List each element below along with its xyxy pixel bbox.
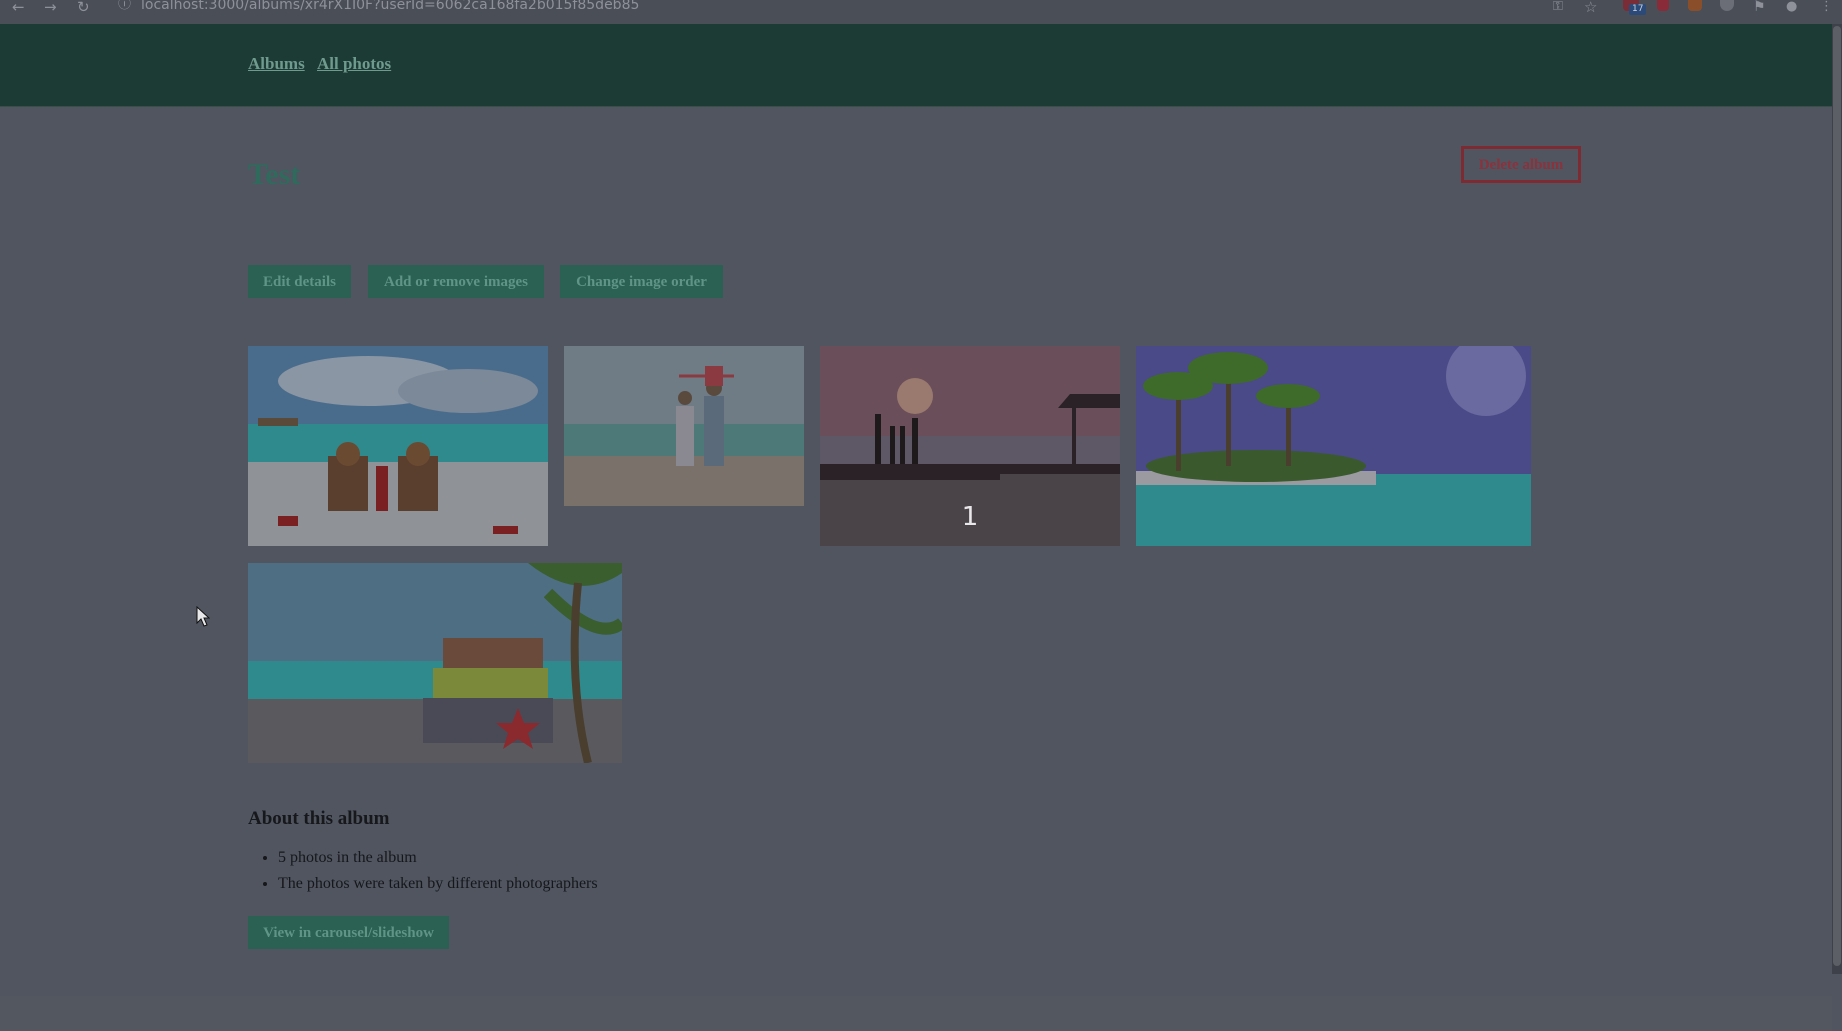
address-bar[interactable]: localhost:3000/albums/xr4rX1I0F?userId=6…: [141, 0, 639, 13]
album-facts-list: 5 photos in the album The photos were ta…: [248, 845, 598, 897]
album-photo-beach-chairs[interactable]: [248, 346, 548, 546]
edit-details-button[interactable]: Edit details: [248, 265, 351, 298]
photo-order-number: 1: [961, 502, 979, 532]
album-photo-tropical-island[interactable]: [1136, 346, 1531, 546]
forward-icon[interactable]: →: [44, 0, 57, 15]
browser-toolbar: ← → ↻ ⓘ localhost:3000/albums/xr4rX1I0F?…: [0, 0, 1842, 24]
nav-all-photos-link[interactable]: All photos: [317, 54, 391, 74]
delete-album-button[interactable]: Delete album: [1461, 146, 1581, 183]
extension-badge: 17: [1629, 4, 1647, 15]
album-photo-family-beach[interactable]: [564, 346, 804, 506]
album-photo-suitcases-palm[interactable]: [248, 563, 622, 763]
profile-icon[interactable]: ●: [1786, 0, 1797, 14]
list-item: 5 photos in the album: [278, 845, 598, 871]
list-item: The photos were taken by different photo…: [278, 871, 598, 897]
add-remove-images-button[interactable]: Add or remove images: [368, 265, 544, 298]
family-on-beach-photo-image: [564, 346, 804, 506]
shield-icon[interactable]: [1657, 0, 1669, 11]
site-header: Albums All photos: [0, 24, 1832, 107]
extension-icon[interactable]: [1688, 0, 1702, 11]
lock-blocked-icon[interactable]: ⚿: [1553, 0, 1563, 14]
bookmark-star-icon[interactable]: ☆: [1584, 0, 1597, 15]
globe-icon[interactable]: [1720, 0, 1734, 11]
page-scrollbar[interactable]: [1832, 24, 1842, 974]
beach-chairs-photo-image: [248, 346, 548, 546]
footer: [0, 996, 1832, 1031]
menu-icon[interactable]: ⋮: [1820, 0, 1833, 14]
puzzle-icon[interactable]: ⚑: [1753, 0, 1766, 14]
scrollbar-thumb[interactable]: [1833, 26, 1841, 966]
suitcases-palm-photo-image: [248, 563, 622, 763]
about-heading: About this album: [248, 808, 390, 829]
mouse-cursor-icon: [196, 606, 210, 627]
change-image-order-button[interactable]: Change image order: [560, 265, 723, 298]
tropical-island-photo-image: [1136, 346, 1531, 546]
view-carousel-button[interactable]: View in carousel/slideshow: [248, 916, 449, 949]
nav-albums-link[interactable]: Albums: [248, 54, 305, 74]
back-icon[interactable]: ←: [12, 0, 25, 15]
site-info-icon[interactable]: ⓘ: [118, 0, 131, 13]
album-title: Test: [248, 158, 301, 191]
reload-icon[interactable]: ↻: [77, 0, 90, 15]
album-photo-pier-sunset[interactable]: 1: [820, 346, 1120, 546]
